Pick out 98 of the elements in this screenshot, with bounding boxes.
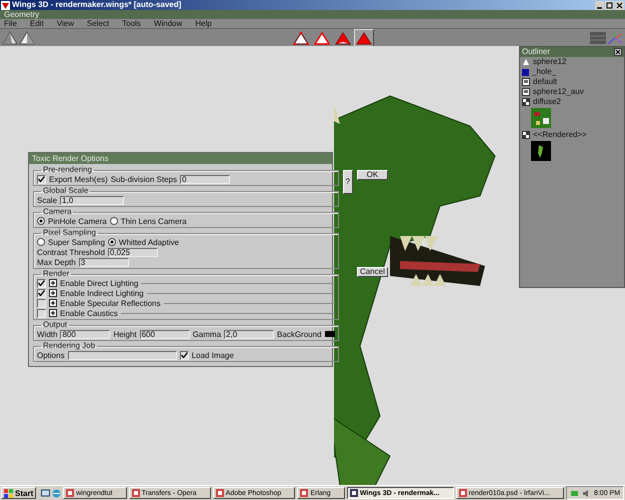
option-label: Export Mesh(es): [49, 174, 108, 184]
input-field[interactable]: [68, 350, 177, 360]
outliner-item[interactable]: diffuse2: [533, 98, 561, 106]
menu-item[interactable]: Select: [86, 19, 110, 28]
close-icon[interactable]: [614, 48, 622, 56]
group-title: Pixel Sampling: [42, 229, 97, 237]
menu-item[interactable]: Help: [195, 19, 212, 28]
browser-icon[interactable]: [52, 488, 62, 498]
checkbox[interactable]: [37, 298, 46, 308]
input-field[interactable]: 3: [78, 258, 129, 266]
group-title: Camera: [42, 208, 72, 216]
group-title: Global Scale: [42, 187, 90, 195]
maximize-icon[interactable]: [605, 0, 614, 10]
group-title: Render: [42, 270, 70, 278]
field-label: Contrast Threshold: [37, 248, 105, 256]
expand-icon[interactable]: [49, 279, 57, 287]
outliner-item[interactable]: default: [533, 78, 558, 86]
render-thumbnail: [531, 141, 551, 161]
checkbox[interactable]: [37, 278, 46, 288]
window-title: Wings 3D - rendermaker.wings* [auto-saved]: [12, 0, 182, 10]
panel-title: Outliner: [522, 48, 550, 56]
close-icon[interactable]: [615, 0, 624, 10]
radio-button[interactable]: [37, 238, 45, 246]
expand-icon[interactable]: [49, 309, 57, 317]
group-title: Output: [42, 321, 68, 329]
option-label: Enable Direct Lighting: [60, 278, 138, 288]
menu-item[interactable]: Edit: [30, 19, 44, 28]
menu-item[interactable]: File: [4, 19, 17, 28]
app-icon: [458, 489, 467, 497]
start-button[interactable]: Start: [1, 487, 36, 499]
field-label: Max Depth: [37, 258, 76, 266]
app-logo-icon: [1, 0, 10, 10]
input-field[interactable]: 0: [180, 174, 230, 184]
minimize-icon[interactable]: [595, 0, 604, 10]
outliner-item[interactable]: sphere12_auv: [533, 88, 584, 96]
menu-item[interactable]: View: [56, 19, 74, 28]
edge-mode-icon: [314, 30, 330, 44]
checkbox[interactable]: [180, 350, 189, 360]
field-label: Gamma: [192, 330, 222, 338]
field-label: Scale: [37, 196, 58, 204]
menu-item[interactable]: Tools: [122, 19, 141, 28]
color-swatch[interactable]: [324, 331, 334, 337]
option-label: Thin Lens Camera: [120, 216, 187, 226]
input-field[interactable]: 600: [140, 330, 190, 338]
face-mode-icon: [335, 30, 351, 44]
windows-logo-icon: [4, 488, 13, 498]
radio-button[interactable]: [108, 238, 116, 246]
selection-mode-button[interactable]: [354, 28, 374, 46]
option-label: Super Sampling: [48, 238, 105, 246]
expand-icon[interactable]: [49, 299, 57, 307]
checkmark-icon: [38, 176, 45, 182]
option-label: Enable Indirect Lighting: [60, 288, 144, 298]
option-label: Whitted Adaptive: [118, 238, 179, 246]
option-label: PinHole Camera: [48, 216, 107, 226]
outliner-item[interactable]: <<Rendered>>: [533, 131, 587, 139]
field-label: Height: [113, 330, 137, 338]
input-field[interactable]: 0,025: [108, 248, 158, 256]
vertex-mode-icon: [293, 30, 309, 44]
outliner-item[interactable]: sphere12: [533, 58, 566, 66]
group-title: Pre-rendering: [42, 166, 93, 174]
field-label: BackGround: [277, 330, 322, 338]
pyramid-icon[interactable]: [19, 30, 35, 44]
expand-icon[interactable]: [49, 289, 57, 297]
panel-title: Geometry: [4, 10, 40, 19]
selection-mode-button[interactable]: [291, 28, 311, 46]
option-label: Enable Specular Reflections: [60, 298, 161, 308]
menu-item[interactable]: Window: [154, 19, 182, 28]
field-label: Sub-division Steps: [110, 174, 177, 184]
outliner-item[interactable]: _hole_: [532, 68, 556, 76]
texture-thumbnail: [531, 108, 551, 128]
radio-button[interactable]: [110, 217, 118, 225]
group-title: Rendering Job: [42, 342, 96, 350]
pyramid-icon[interactable]: [2, 30, 18, 44]
speaker-icon: [582, 488, 591, 498]
network-icon: [570, 488, 579, 498]
checkbox[interactable]: [37, 174, 46, 184]
checkbox[interactable]: [37, 308, 46, 318]
desktop-icon[interactable]: [41, 488, 50, 498]
field-label: Options: [37, 350, 65, 360]
checkmark-icon: [180, 352, 188, 358]
input-field[interactable]: 800: [60, 330, 110, 338]
image-icon: [522, 98, 530, 106]
input-field[interactable]: 1,0: [60, 196, 124, 204]
app-icon: [216, 489, 224, 497]
radio-button[interactable]: [37, 217, 45, 225]
dialog-title: Toxic Render Options: [32, 154, 108, 162]
help-button[interactable]: ?: [342, 170, 353, 194]
field-label: Width: [37, 330, 58, 338]
checkbox[interactable]: [37, 288, 46, 298]
app-icon: [300, 489, 308, 497]
image-icon: [522, 131, 530, 139]
option-label: Load Image: [192, 350, 234, 360]
input-field[interactable]: 2,0: [224, 330, 274, 338]
ok-button[interactable]: OK: [356, 170, 388, 180]
app-icon: [132, 489, 140, 497]
app-icon: [350, 489, 358, 497]
app-icon: [66, 489, 74, 497]
option-label: Enable Caustics: [60, 308, 118, 318]
